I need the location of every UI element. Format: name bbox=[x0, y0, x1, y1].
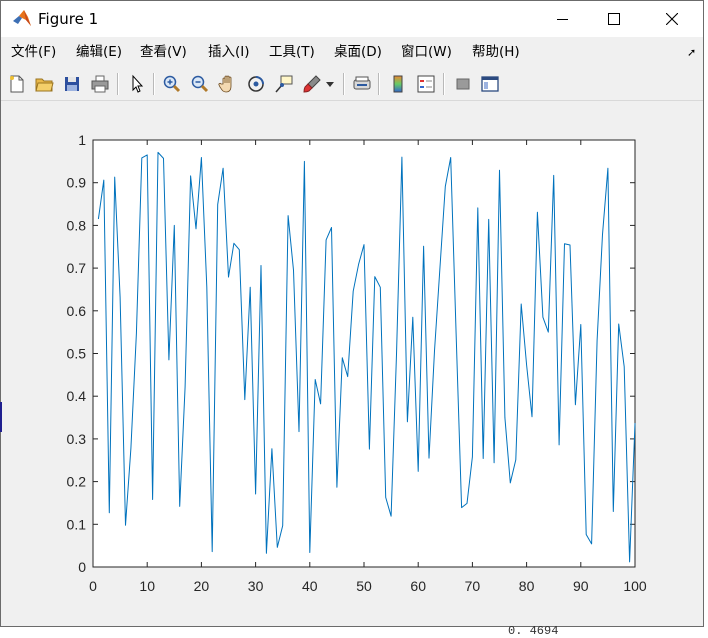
y-tick-label: 0.5 bbox=[67, 346, 87, 362]
maximize-icon bbox=[608, 13, 620, 25]
x-tick-label: 0 bbox=[89, 578, 97, 594]
y-tick-label: 0.6 bbox=[67, 303, 87, 319]
menu-edit[interactable]: 编辑(E) bbox=[72, 37, 126, 67]
close-icon bbox=[666, 13, 678, 25]
open-file-icon[interactable] bbox=[32, 72, 56, 96]
x-tick-label: 70 bbox=[465, 578, 481, 594]
show-plot-tools-icon[interactable] bbox=[478, 72, 502, 96]
y-tick-label: 0.1 bbox=[67, 516, 87, 532]
toolbar-separator bbox=[117, 73, 119, 95]
save-icon[interactable] bbox=[60, 72, 84, 96]
data-cursor-icon[interactable] bbox=[272, 72, 296, 96]
y-tick-label: 1 bbox=[78, 132, 86, 148]
hide-plot-tools-icon[interactable] bbox=[451, 72, 475, 96]
rotate-3d-icon[interactable] bbox=[244, 72, 268, 96]
minimize-icon bbox=[557, 19, 568, 20]
title-bar[interactable]: Figure 1 bbox=[1, 1, 703, 37]
x-tick-label: 20 bbox=[194, 578, 210, 594]
background-strip bbox=[0, 627, 708, 633]
colorbar-icon[interactable] bbox=[386, 72, 410, 96]
y-tick-label: 0.8 bbox=[67, 217, 87, 233]
matlab-logo-icon bbox=[12, 9, 32, 29]
minimize-button[interactable] bbox=[540, 1, 586, 37]
brush-icon[interactable] bbox=[300, 72, 324, 96]
menu-view[interactable]: 查看(V) bbox=[136, 37, 191, 67]
close-button[interactable] bbox=[649, 1, 695, 37]
x-tick-label: 40 bbox=[302, 578, 318, 594]
y-tick-label: 0.7 bbox=[67, 260, 87, 276]
background-accent bbox=[0, 402, 2, 432]
pan-hand-icon[interactable] bbox=[216, 72, 240, 96]
background-strip bbox=[704, 0, 708, 633]
menu-insert[interactable]: 插入(I) bbox=[204, 37, 254, 67]
x-tick-label: 10 bbox=[139, 578, 155, 594]
x-tick-label: 30 bbox=[248, 578, 264, 594]
plot-canvas: 0 10 20 30 40 50 60 70 80 90 100 0 0.1 0.2 0.3 0.4 0.5 0.… bbox=[67, 132, 647, 594]
x-tick-label: 100 bbox=[623, 578, 647, 594]
toolbar-separator bbox=[443, 73, 445, 95]
zoom-in-icon[interactable] bbox=[160, 72, 184, 96]
x-tick-label: 60 bbox=[410, 578, 426, 594]
menu-tools[interactable]: 工具(T) bbox=[265, 37, 319, 67]
edit-plot-arrow-icon[interactable] bbox=[125, 72, 149, 96]
menu-overflow-icon[interactable]: ➚ bbox=[687, 46, 696, 59]
axes-background[interactable] bbox=[92, 139, 636, 568]
zoom-out-icon[interactable] bbox=[188, 72, 212, 96]
new-figure-icon[interactable] bbox=[5, 72, 29, 96]
y-tick-label: 0.4 bbox=[67, 388, 87, 404]
window-title: Figure 1 bbox=[38, 10, 99, 28]
y-tick-label: 0.2 bbox=[67, 474, 87, 490]
print-icon[interactable] bbox=[88, 72, 112, 96]
toolbar-separator bbox=[153, 73, 155, 95]
menu-file[interactable]: 文件(F) bbox=[7, 37, 60, 67]
x-tick-label: 80 bbox=[519, 578, 535, 594]
menu-desktop[interactable]: 桌面(D) bbox=[330, 37, 386, 67]
menu-help[interactable]: 帮助(H) bbox=[468, 37, 524, 67]
legend-icon[interactable] bbox=[414, 72, 438, 96]
y-tick-label: 0.3 bbox=[67, 431, 87, 447]
menu-window[interactable]: 窗口(W) bbox=[397, 37, 456, 67]
background-value-text: 0. 4694 bbox=[508, 624, 559, 638]
x-tick-label: 50 bbox=[356, 578, 372, 594]
y-tick-label: 0 bbox=[78, 559, 86, 575]
menu-bar: 文件(F) 编辑(E) 查看(V) 插入(I) 工具(T) 桌面(D) 窗口(W… bbox=[1, 37, 703, 67]
brush-dropdown-icon[interactable] bbox=[323, 72, 337, 96]
toolbar-separator bbox=[343, 73, 345, 95]
x-tick-label: 90 bbox=[573, 578, 589, 594]
maximize-button[interactable] bbox=[591, 1, 637, 37]
figure-toolbar bbox=[1, 68, 703, 101]
link-plot-icon[interactable] bbox=[350, 72, 374, 96]
y-tick-label: 0.9 bbox=[67, 175, 87, 191]
toolbar-separator bbox=[378, 73, 380, 95]
